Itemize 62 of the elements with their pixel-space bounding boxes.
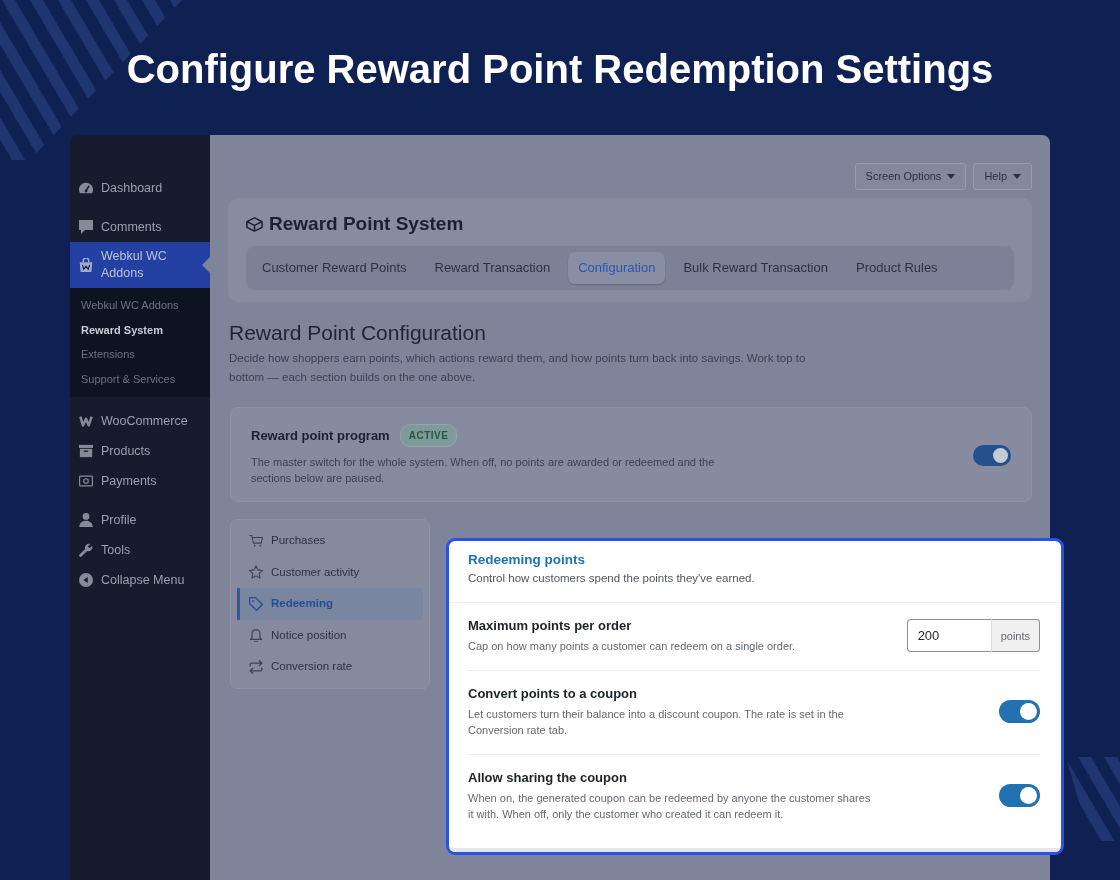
submenu-item[interactable]: Webkul WC Addons	[70, 293, 210, 318]
section-nav-item[interactable]: Customer activity	[237, 556, 423, 588]
number-input[interactable]: 200	[906, 619, 991, 653]
sidebar-menu-item[interactable]: Dashboard	[70, 173, 210, 203]
plugin-title: Reward Point System	[269, 212, 464, 236]
sidebar-menu-item[interactable]: Webkul WC Addons	[70, 242, 210, 288]
tab[interactable]: Product Rules	[845, 252, 948, 284]
tab[interactable]: Customer Reward Points	[252, 252, 417, 284]
sidebar-menu-item[interactable]: Products	[70, 436, 210, 466]
speech-bubble-icon	[79, 220, 93, 234]
banner-title: Configure Reward Point Redemption Settings	[126, 46, 994, 93]
repeat-arrows-icon	[249, 659, 263, 674]
setting-title: Allow sharing the coupon	[468, 768, 628, 787]
sidebar-menu-item[interactable]: Comments	[70, 212, 210, 242]
sidebar-menu-item[interactable]: Payments	[70, 466, 210, 496]
banknote-icon	[79, 474, 93, 488]
tag-icon	[249, 596, 263, 611]
panel-title: Redeeming points	[468, 551, 586, 569]
tab[interactable]: Bulk Reward Transaction	[673, 252, 838, 284]
shopping-bag-icon	[79, 258, 93, 272]
section-nav-item[interactable]: Redeeming	[237, 588, 423, 620]
arrow-circle-icon	[79, 573, 93, 587]
tab[interactable]: Reward Transaction	[424, 252, 561, 284]
sidebar-menu-item[interactable]: Tools	[70, 535, 210, 565]
person-icon	[79, 513, 93, 527]
screen-meta-button[interactable]: Screen Options	[854, 163, 967, 190]
submenu-item[interactable]: Extensions	[70, 342, 210, 367]
archive-box-icon	[79, 444, 93, 458]
status-badge: ACTIVE	[399, 424, 458, 447]
section-nav-item[interactable]: Notice position	[237, 619, 423, 651]
page-title: Reward Point Configuration	[229, 320, 487, 346]
caret-icon	[947, 174, 956, 179]
setting-description: When on, the generated coupon can be redeemed by anyone the customer shares it with. When off, only the customer who created it can redeem it.	[468, 790, 872, 822]
sidebar-menu-item[interactable]: Profile	[70, 505, 210, 535]
toggle-switch[interactable]	[973, 444, 1011, 466]
section-nav-item[interactable]: Purchases	[237, 525, 423, 557]
setting-title: Maximum points per order	[468, 617, 633, 635]
bell-icon	[249, 628, 263, 643]
program-title: Reward point program	[251, 426, 390, 445]
screen-meta-button[interactable]: Help	[973, 163, 1032, 190]
tab[interactable]: Configuration	[568, 252, 666, 284]
toggle-switch[interactable]	[999, 784, 1040, 807]
toggle-switch[interactable]	[999, 700, 1040, 723]
submenu-item[interactable]: Support & Services	[70, 366, 210, 391]
cart-icon	[249, 533, 263, 548]
caret-icon	[1013, 174, 1021, 179]
sidebar-menu-item[interactable]: Collapse Menu	[70, 565, 210, 595]
program-description: The master switch for the whole system. When off, no points are awarded or redeemed and the sections below are paused.	[251, 455, 716, 486]
wrench-icon	[79, 543, 93, 557]
sidebar-menu-item[interactable]: WooCommerce	[70, 406, 210, 436]
setting-description: Cap on how many points a customer can redeem on a single order.	[468, 639, 796, 654]
cube-icon	[246, 216, 263, 232]
page-description: Decide how shoppers earn points, which actions reward them, and how points turn back into savings. Work top to bottom — each section builds on the one above.	[229, 351, 807, 385]
section-nav-item[interactable]: Conversion rate	[237, 651, 423, 683]
gauge-icon	[79, 181, 93, 195]
panel-description: Control how customers spend the points they've earned.	[468, 571, 756, 586]
unit-label: points	[990, 619, 1040, 653]
zigzag-logo-icon	[79, 414, 93, 428]
submenu-item[interactable]: Reward System	[70, 317, 210, 342]
setting-description: Let customers turn their balance into a discount coupon. The rate is set in the Conversion rate tab.	[468, 706, 845, 738]
star-icon	[249, 565, 263, 580]
setting-title: Convert points to a coupon	[468, 684, 638, 703]
